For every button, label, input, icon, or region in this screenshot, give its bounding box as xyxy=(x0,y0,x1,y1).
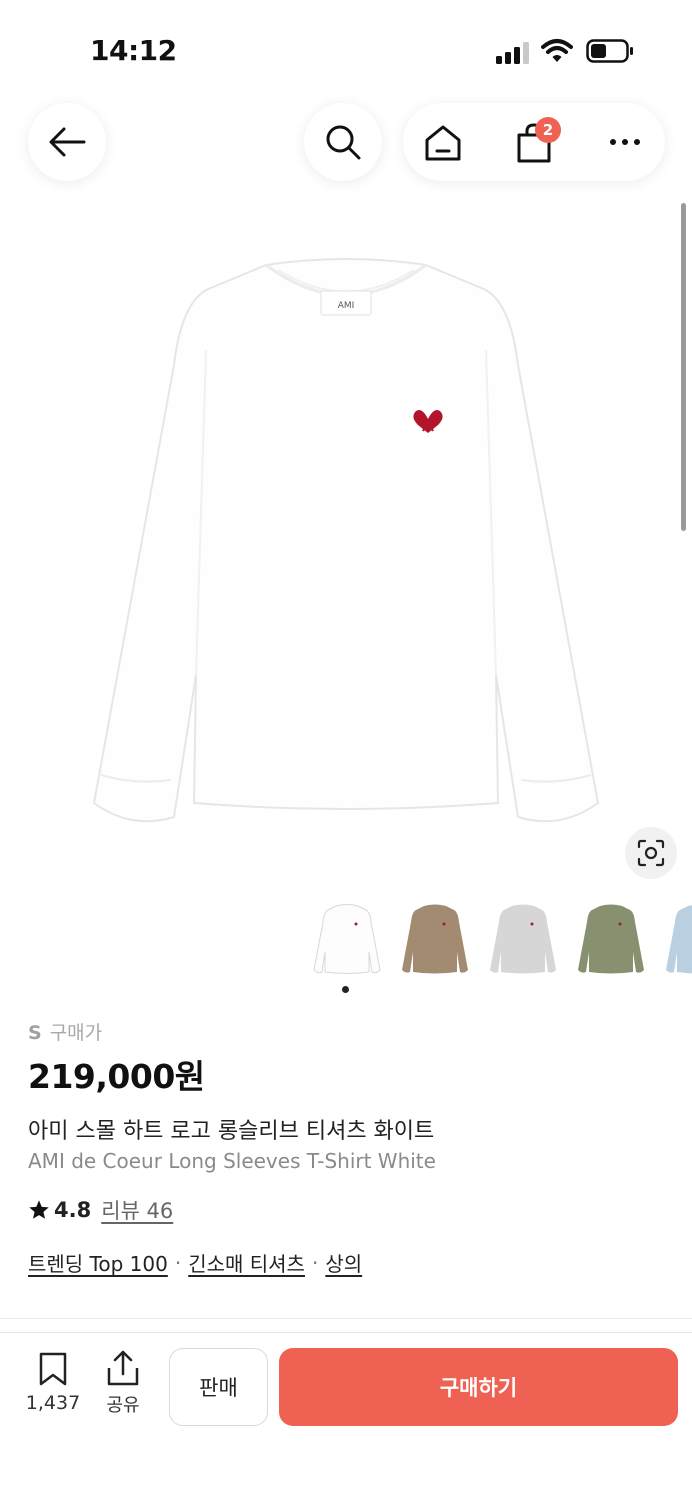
size-label: S xyxy=(28,1022,42,1044)
thumbnail-grey[interactable] xyxy=(486,898,560,980)
search-icon xyxy=(326,125,361,160)
cart-button[interactable]: 2 xyxy=(513,117,563,167)
tag-separator: · xyxy=(311,1250,319,1275)
more-icon[interactable] xyxy=(607,133,643,151)
battery-icon xyxy=(586,39,633,63)
color-thumbnails xyxy=(310,898,692,980)
thumbnail-sky-blue[interactable] xyxy=(662,898,692,980)
size-price-label: S 구매가 xyxy=(28,1018,102,1045)
share-button[interactable]: 공유 xyxy=(98,1350,148,1418)
label-tag-text: AMI xyxy=(338,301,355,311)
share-label: 공유 xyxy=(106,1395,140,1416)
search-button[interactable] xyxy=(304,103,382,181)
price-type-label: 구매가 xyxy=(49,1022,103,1044)
home-icon[interactable] xyxy=(423,123,463,163)
status-time: 14:12 xyxy=(90,34,177,67)
review-link[interactable]: 리뷰 46 xyxy=(101,1195,173,1225)
thumbnail-beige[interactable] xyxy=(398,898,472,980)
pagination-dot xyxy=(342,986,349,993)
bookmark-count: 1,437 xyxy=(25,1392,81,1414)
thumbnail-khaki[interactable] xyxy=(574,898,648,980)
thumbnail-shirt-khaki xyxy=(578,904,644,974)
product-name-en: AMI de Coeur Long Sleeves T-Shirt White xyxy=(28,1149,436,1173)
category-tags: 트렌딩 Top 100 · 긴소매 티셔츠 · 상의 xyxy=(28,1248,362,1277)
nav-actions-group: 2 xyxy=(403,103,665,181)
bookmark-icon xyxy=(39,1352,67,1386)
star-icon xyxy=(29,1200,49,1219)
cart-count-badge: 2 xyxy=(535,117,561,143)
wifi-icon xyxy=(541,39,573,62)
tag-tops[interactable]: 상의 xyxy=(325,1248,362,1277)
thumbnail-white[interactable] xyxy=(310,898,384,980)
back-button[interactable] xyxy=(28,103,106,181)
product-image[interactable]: AMI xyxy=(86,255,606,835)
arrow-left-icon xyxy=(49,127,86,157)
tag-long-sleeve[interactable]: 긴소매 티셔츠 xyxy=(188,1248,305,1277)
rating-value: 4.8 xyxy=(54,1198,92,1222)
status-bar: 14:12 xyxy=(0,0,692,100)
thumbnail-shirt-beige xyxy=(402,904,468,974)
share-icon xyxy=(107,1350,139,1386)
thumbnail-shirt-sky-blue xyxy=(666,905,692,974)
bookmark-button[interactable]: 1,437 xyxy=(22,1352,84,1418)
product-name-ko: 아미 스몰 하트 로고 롱슬리브 티셔츠 화이트 xyxy=(28,1119,435,1144)
buy-button[interactable]: 구매하기 xyxy=(279,1348,678,1426)
scrollbar[interactable] xyxy=(681,203,686,531)
tag-trending[interactable]: 트렌딩 Top 100 xyxy=(28,1248,168,1277)
rating-row: 4.8 리뷰 46 xyxy=(28,1196,173,1224)
lens-scan-icon xyxy=(637,839,665,867)
sell-button[interactable]: 판매 xyxy=(169,1348,268,1426)
divider xyxy=(0,1318,692,1319)
divider xyxy=(0,1332,692,1333)
thumbnail-shirt-grey xyxy=(490,904,556,974)
tag-separator: · xyxy=(174,1250,182,1275)
image-search-button[interactable] xyxy=(625,827,677,879)
product-price: 219,000원 xyxy=(28,1057,205,1096)
cellular-signal-icon xyxy=(496,42,529,64)
